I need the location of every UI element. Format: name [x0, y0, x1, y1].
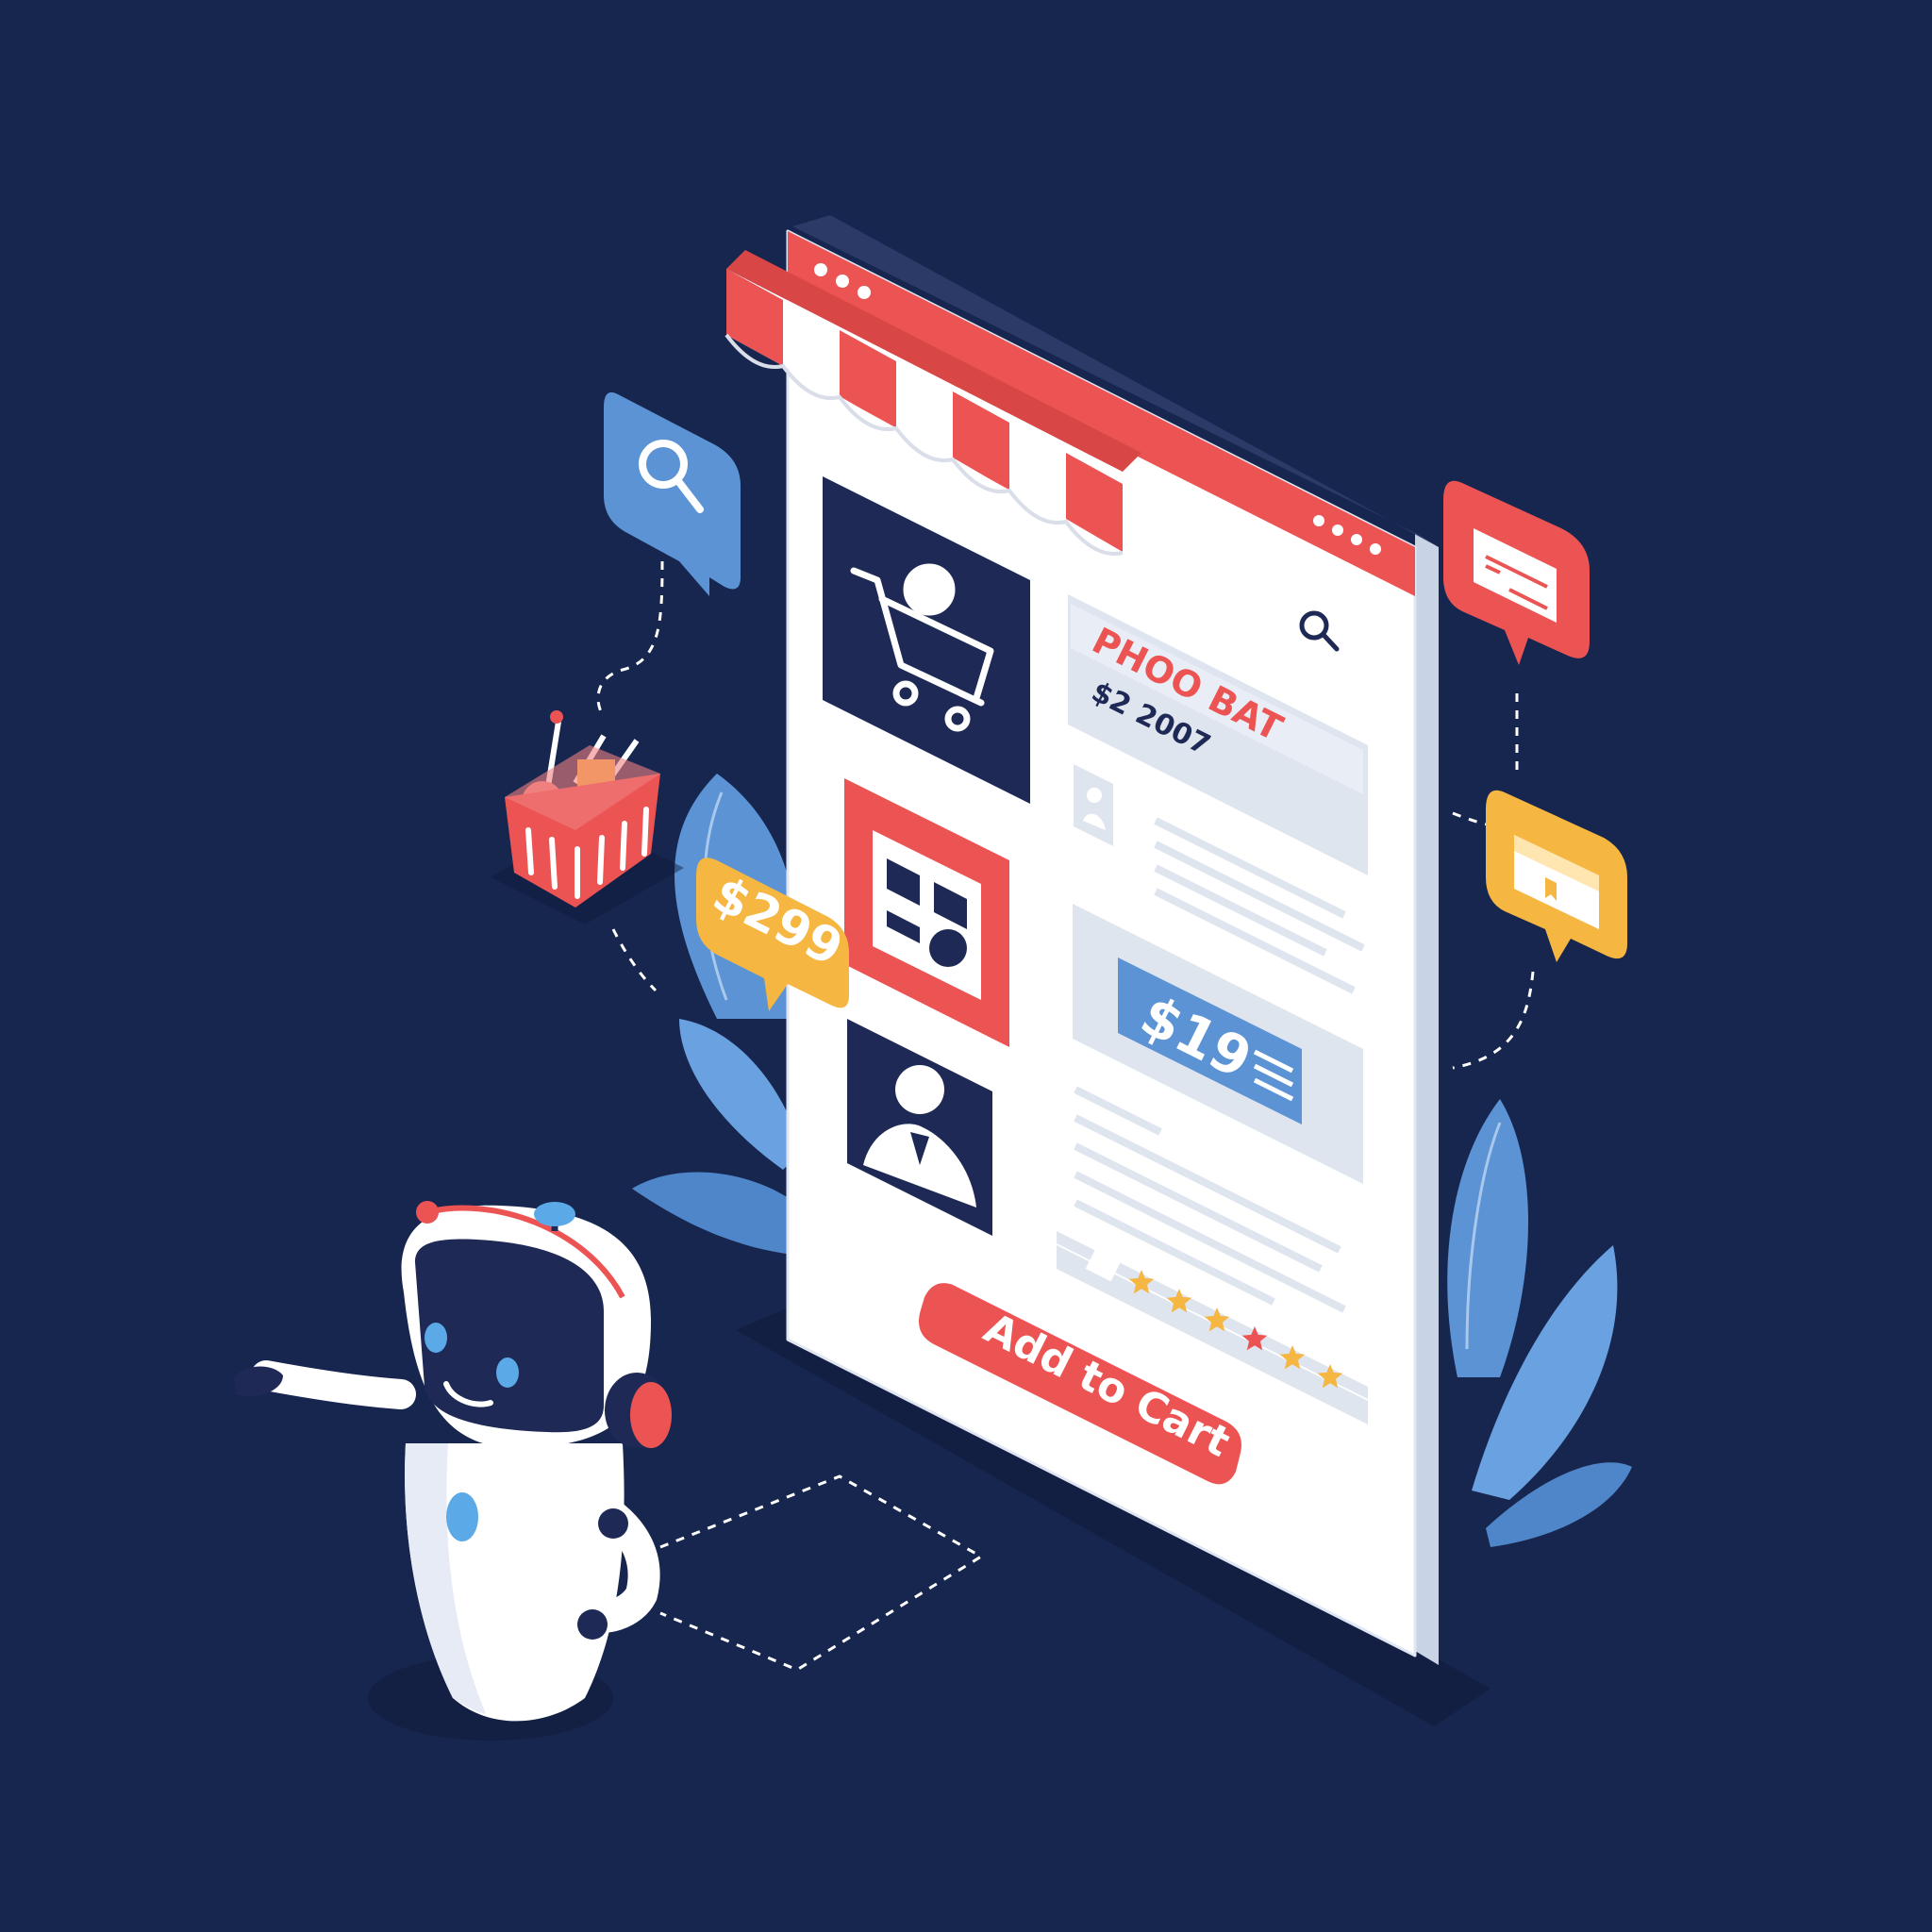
- illustration-scene: PHOO BAT $2 2007 $19 Add to Cart $299: [0, 0, 1932, 1932]
